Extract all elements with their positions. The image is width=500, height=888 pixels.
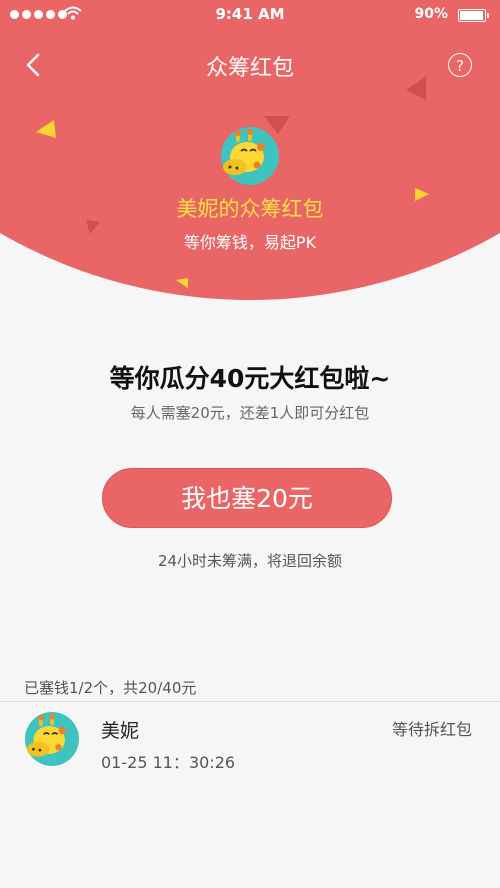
participant-name: 美妮 (101, 720, 140, 742)
page-title: 众筹红包 (205, 56, 294, 81)
subline: 每人需塞20元，还差1人即可分红包 (130, 404, 370, 422)
refund-note: 24小时未筹满，将退回余额 (157, 552, 343, 570)
battery-percent: 90% (414, 6, 448, 22)
status-bar: 9:41 AM 90% (0, 0, 500, 30)
participant-time: 01-25 11：30:26 (101, 753, 236, 772)
giraffe-avatar-icon (221, 127, 279, 185)
host-campaign-name: 美妮的众筹红包 (176, 197, 324, 221)
battery-icon (458, 9, 489, 22)
confetti-triangle-yellow (176, 278, 188, 288)
giraffe-avatar-icon (25, 712, 79, 766)
participant-row: 美妮 01-25 11：30:26 等待拆红包 (0, 702, 500, 788)
confetti-triangle-yellow (36, 120, 56, 138)
join-button[interactable]: 我也塞20元 (102, 468, 392, 528)
participant-progress: 已塞钱1/2个，共20/40元 (24, 679, 197, 697)
host-slogan: 等你筹钱，易起PK (183, 233, 317, 252)
participant-status: 等待拆红包 (391, 720, 472, 739)
help-icon[interactable]: ? (448, 53, 472, 77)
header-hero: 9:41 AM 90% 众筹红包 ? 美妮的众筹红包 等你筹钱，易起PK (0, 0, 500, 300)
headline: 等你瓜分40元大红包啦~ (109, 364, 391, 393)
